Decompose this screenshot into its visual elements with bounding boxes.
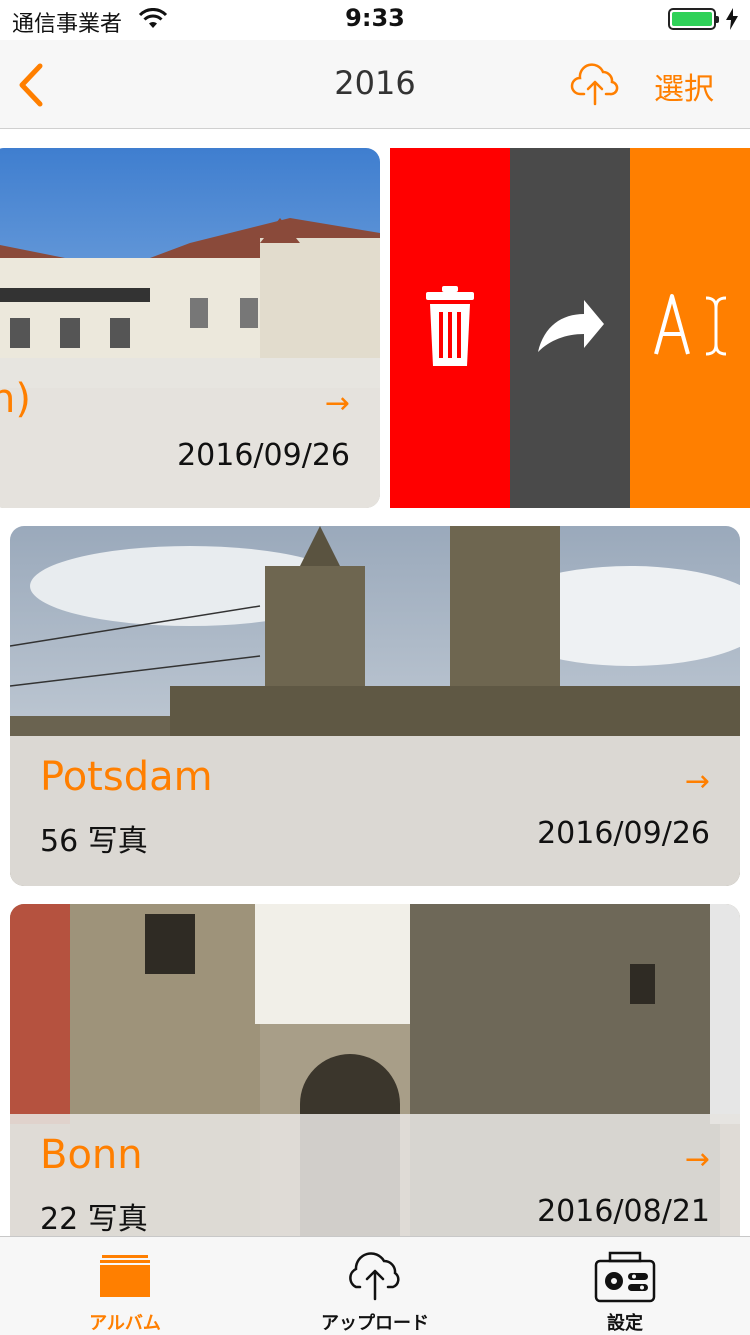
page-title: 2016: [334, 64, 416, 102]
album-stack-icon: [100, 1255, 150, 1297]
tab-label: アルバム: [89, 1313, 161, 1334]
share-album-button[interactable]: [510, 148, 630, 508]
tab-label: 設定: [607, 1313, 643, 1334]
select-button[interactable]: 選択: [654, 64, 714, 108]
open-album-arrow[interactable]: →: [325, 386, 350, 421]
cloud-upload-icon: [349, 1252, 400, 1301]
album-photo-count: 56 写真: [40, 824, 148, 859]
navigation-bar: 2016 選択: [0, 40, 750, 129]
album-card-swiped[interactable]: n) → 2016/09/26: [0, 148, 380, 508]
album-photo-count: 22 写真: [40, 1202, 148, 1237]
album-title: Potsdam: [40, 754, 213, 800]
charging-icon: [726, 8, 738, 30]
tab-albums[interactable]: アルバム: [0, 1237, 250, 1335]
album-title: Bonn: [40, 1132, 143, 1178]
trash-icon: [426, 286, 474, 366]
battery-icon: [668, 8, 719, 30]
swipe-actions: [390, 148, 750, 508]
album-title: n): [0, 376, 31, 422]
clock: 9:33: [345, 4, 405, 32]
album-card[interactable]: Bonn → 22 写真 2016/08/21: [10, 904, 740, 1264]
status-bar: 通信事業者 9:33: [0, 0, 750, 40]
album-info-panel: Potsdam → 56 写真 2016/09/26: [10, 736, 740, 886]
settings-toolbox-icon: [594, 1251, 656, 1303]
album-date: 2016/08/21: [537, 1194, 710, 1229]
rename-album-button[interactable]: [630, 148, 750, 508]
tab-upload[interactable]: アップロード: [250, 1237, 500, 1335]
tab-settings[interactable]: 設定: [500, 1237, 750, 1335]
album-date: 2016/09/26: [177, 438, 350, 473]
delete-album-button[interactable]: [390, 148, 510, 508]
open-album-arrow[interactable]: →: [685, 764, 710, 799]
tab-label: アップロード: [321, 1313, 429, 1334]
album-date: 2016/09/26: [537, 816, 710, 851]
battery-level: [672, 12, 712, 26]
rename-text-icon: [654, 294, 727, 356]
upload-button[interactable]: [570, 62, 620, 110]
album-info-panel: n) → 2016/09/26: [0, 358, 380, 508]
tab-bar: アルバム アップロード 設定: [0, 1236, 750, 1335]
share-arrow-icon: [538, 300, 604, 352]
cloud-upload-icon: [570, 63, 619, 106]
album-card[interactable]: Potsdam → 56 写真 2016/09/26: [10, 526, 740, 886]
open-album-arrow[interactable]: →: [685, 1142, 710, 1177]
